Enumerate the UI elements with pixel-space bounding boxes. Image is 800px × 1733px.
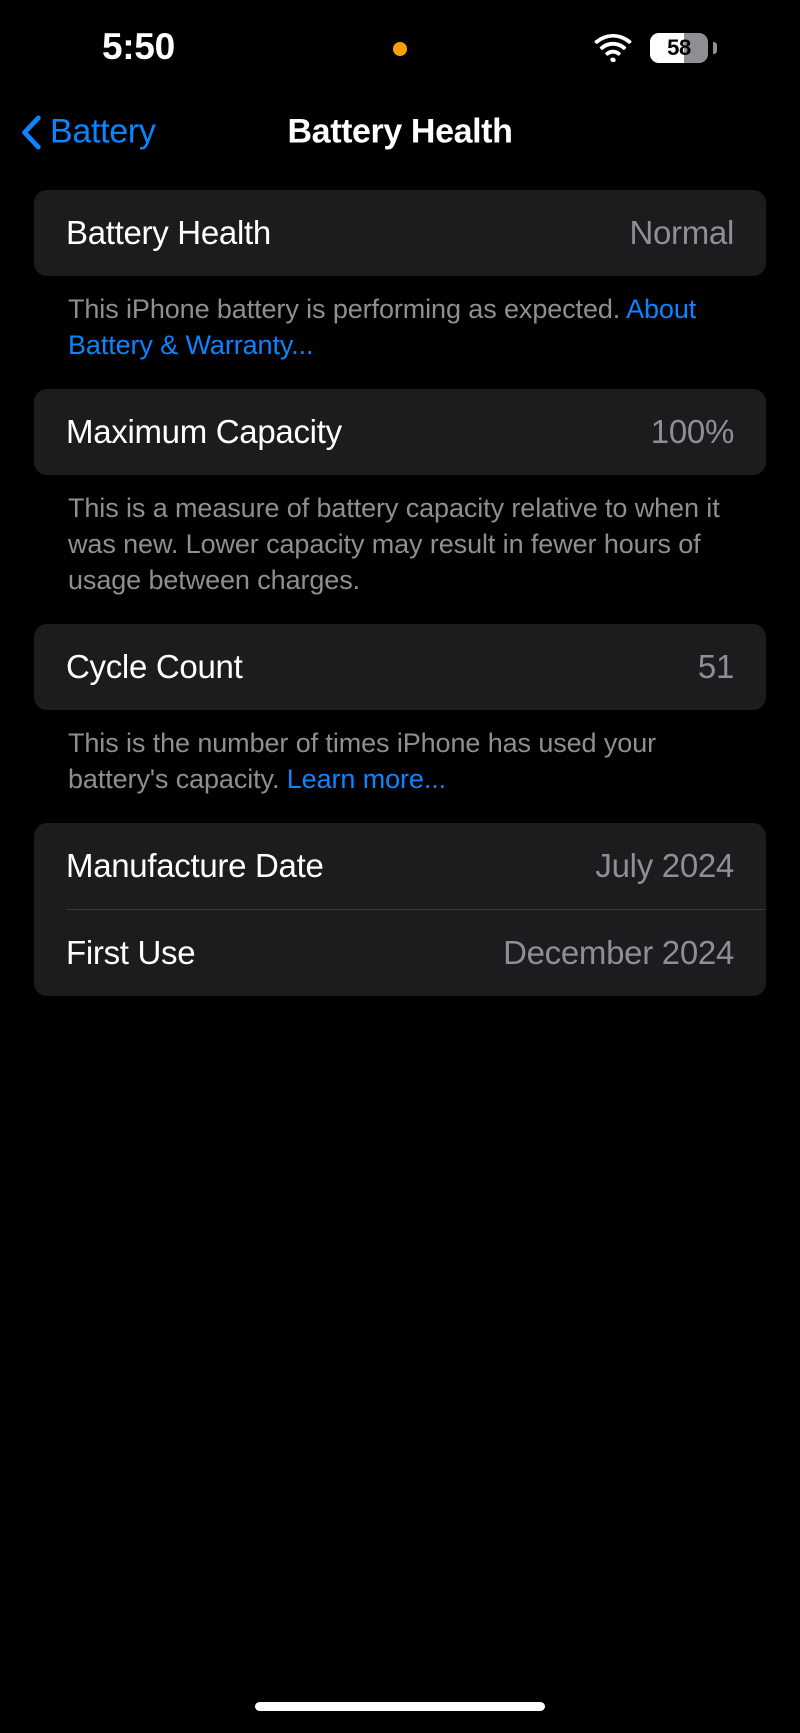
row-value: 100% [650,413,735,451]
navigation-bar: Battery Battery Health [0,96,800,168]
card-battery-dates: Manufacture Date July 2024 First Use Dec… [34,823,766,997]
row-value: December 2024 [503,934,734,972]
privacy-indicator-dot [393,42,407,56]
page-title: Battery Health [287,112,513,151]
row-value: Normal [629,214,734,251]
section-maximum-capacity: Maximum Capacity 100% This is a measure … [34,389,766,598]
section-cycle-count: Cycle Count 51 This is the number of tim… [34,624,766,797]
card-cycle-count: Cycle Count 51 [34,624,766,711]
row-label: Cycle Count [66,648,243,686]
status-bar-time: 5:50 [102,26,175,67]
battery-percent-label: 58 [667,34,691,60]
row-label: Battery Health [66,214,271,251]
footer-maximum-capacity: This is a measure of battery capacity re… [34,475,766,598]
footer-battery-health: This iPhone battery is performing as exp… [34,276,766,363]
settings-list: Battery Health Normal This iPhone batter… [0,190,800,997]
row-first-use[interactable]: First Use December 2024 [34,910,766,996]
row-label: Maximum Capacity [66,413,342,451]
row-cycle-count[interactable]: Cycle Count 51 [34,624,766,710]
footer-text: This is a measure of battery capacity re… [68,493,720,595]
card-maximum-capacity: Maximum Capacity 100% [34,389,766,476]
footer-cycle-count: This is the number of times iPhone has u… [34,710,766,797]
row-value: 51 [697,648,734,686]
battery-status-icon: 58 [650,32,717,63]
row-label: Manufacture Date [66,847,324,885]
card-battery-health: Battery Health Normal [34,190,766,276]
row-maximum-capacity[interactable]: Maximum Capacity 100% [34,389,766,475]
battery-nub [713,41,717,54]
row-label: First Use [66,934,196,972]
row-battery-health[interactable]: Battery Health Normal [34,190,766,276]
learn-more-link[interactable]: Learn more... [287,764,446,794]
row-manufacture-date[interactable]: Manufacture Date July 2024 [34,823,766,909]
status-bar-right-cluster: 58 [594,32,717,63]
iphone-screen: 5:50 58 Battery Battery Health Battery H… [0,0,800,1733]
status-bar: 5:50 58 [0,0,800,96]
row-value: July 2024 [595,847,734,885]
section-battery-health: Battery Health Normal This iPhone batter… [34,190,766,363]
footer-text: This iPhone battery is performing as exp… [68,294,627,324]
wifi-icon [594,33,632,62]
home-indicator[interactable] [255,1702,545,1711]
battery-body: 58 [650,32,708,63]
section-battery-dates: Manufacture Date July 2024 First Use Dec… [34,823,766,997]
